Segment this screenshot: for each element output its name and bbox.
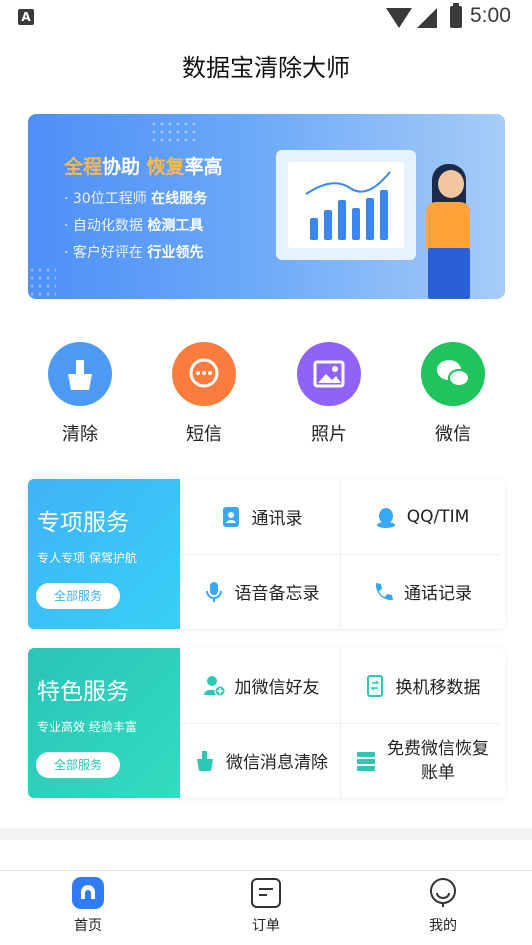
category-wechat[interactable]: 微信	[408, 342, 498, 446]
phone-icon	[372, 581, 394, 603]
service-label: QQ/TIM	[406, 506, 470, 527]
photo-icon	[297, 342, 361, 406]
wifi-icon	[386, 8, 412, 28]
all-services-button[interactable]: 全部服务	[36, 583, 120, 609]
tab-profile[interactable]: 我的	[398, 877, 488, 935]
service-label: 微信消息清除	[226, 753, 328, 773]
category-label: 微信	[435, 424, 471, 445]
status-time: 5:00	[470, 4, 511, 27]
card-subtitle: 专业高效 经验丰富	[37, 720, 137, 734]
banner-headline: 全程协助 恢复率高	[64, 156, 223, 178]
service-item-voice-memo[interactable]: 语音备忘录	[180, 554, 342, 629]
service-item-qq[interactable]: QQ/TIM	[341, 479, 503, 554]
special-service-header[interactable]: 专项服务 专人专项 保驾护航 全部服务	[28, 479, 180, 629]
decor-dots	[28, 266, 56, 296]
promo-banner[interactable]: 全程协助 恢复率高 · 30位工程师 在线服务 · 自动化数据 检测工具 · 客…	[28, 114, 505, 299]
decor-dots	[150, 120, 200, 142]
special-service-card: 专项服务 专人专项 保驾护航 全部服务 通讯录 QQ/TIM 语音备忘录 通话记…	[28, 479, 505, 629]
qq-icon	[375, 506, 397, 528]
card-title: 特色服务	[37, 679, 129, 705]
broom-icon	[48, 342, 112, 406]
bottom-tab-bar: 首页 订单 我的	[0, 870, 532, 945]
category-label: 短信	[186, 424, 222, 445]
all-services-button[interactable]: 全部服务	[36, 752, 120, 778]
page-title: 数据宝清除大师	[182, 54, 350, 82]
category-clear[interactable]: 清除	[35, 342, 125, 446]
tab-label: 我的	[429, 918, 457, 934]
tab-label: 首页	[74, 918, 102, 934]
tab-home[interactable]: 首页	[43, 877, 133, 935]
battery-icon	[450, 3, 462, 28]
status-bar: A 5:00	[0, 0, 532, 36]
trend-line	[305, 171, 391, 195]
add-friend-icon	[203, 675, 225, 697]
home-icon	[72, 877, 104, 909]
wechat-icon	[421, 342, 485, 406]
featured-service-card: 特色服务 专业高效 经验丰富 全部服务 加微信好友 换机移数据 微信消息清除 免…	[28, 648, 505, 798]
contacts-icon	[220, 506, 242, 528]
profile-icon	[427, 877, 459, 909]
category-photos[interactable]: 照片	[284, 342, 374, 446]
tab-orders[interactable]: 订单	[221, 877, 311, 935]
banner-line: · 自动化数据 检测工具	[64, 218, 204, 234]
service-item-add-friend[interactable]: 加微信好友	[180, 648, 342, 723]
service-label: 免费微信恢复 账单	[387, 738, 489, 783]
category-label: 照片	[311, 424, 347, 445]
service-label: 语音备忘录	[234, 584, 320, 604]
service-item-contacts[interactable]: 通讯录	[180, 479, 342, 554]
card-subtitle: 专人专项 保驾护航	[37, 551, 137, 565]
order-icon	[250, 877, 282, 909]
service-item-call-log[interactable]: 通话记录	[341, 554, 503, 629]
banner-line: · 30位工程师 在线服务	[64, 191, 208, 207]
service-item-wechat-bill-recovery[interactable]: 免费微信恢复 账单	[341, 723, 503, 798]
featured-service-header[interactable]: 特色服务 专业高效 经验丰富 全部服务	[28, 648, 180, 798]
signal-icon	[417, 8, 437, 28]
category-sms[interactable]: 短信	[159, 342, 249, 446]
notification-icon: A	[18, 9, 34, 25]
service-label: 通讯录	[251, 509, 303, 529]
service-label: 换机移数据	[395, 678, 481, 698]
banner-line: · 客户好评在 行业领先	[64, 245, 204, 261]
tab-label: 订单	[252, 918, 280, 934]
category-label: 清除	[62, 424, 98, 445]
service-item-phone-transfer[interactable]: 换机移数据	[341, 648, 503, 723]
section-divider	[0, 828, 532, 840]
service-label: 通话记录	[404, 584, 472, 604]
service-item-wechat-clear[interactable]: 微信消息清除	[180, 723, 342, 798]
microphone-icon	[203, 581, 225, 603]
message-icon	[172, 342, 236, 406]
service-label: 加微信好友	[234, 678, 320, 698]
chart-illustration	[288, 162, 404, 248]
phone-transfer-icon	[364, 674, 386, 697]
card-title: 专项服务	[37, 510, 129, 536]
database-icon	[355, 750, 377, 772]
broom-icon	[194, 750, 216, 772]
